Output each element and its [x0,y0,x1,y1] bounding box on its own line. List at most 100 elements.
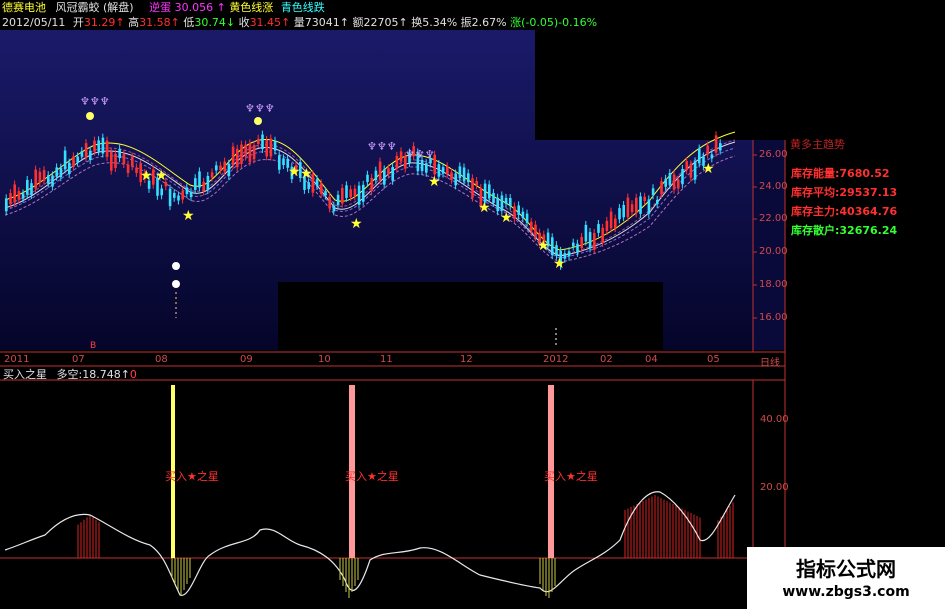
close-label: 收 [238,16,250,29]
candle-body [614,218,617,229]
candle-body [320,183,323,194]
crown-dot [254,117,262,125]
buy-star-label: 买入★之星 [165,470,219,483]
x-axis-label: 2011 [4,354,30,365]
candle-body [605,220,609,231]
candle-body [219,165,222,171]
rise-label: 涨 [510,16,522,29]
candle-body [131,156,134,167]
info-panel: 库存能量:7680.52 库存平均:29537.13 库存主力:40364.76 库存… [791,165,897,241]
candle-body [328,197,331,209]
svg-text:♆♆♆: ♆♆♆ [80,95,110,108]
candle-body [462,167,466,182]
open-value: 31.29 [83,16,116,29]
indicator-value: :18.748 [78,368,121,381]
candle-body [30,183,33,195]
candle-body [420,159,424,172]
rise-value: (-0.05)-0.16% [521,16,598,29]
svg-text:★: ★ [155,168,168,184]
candle-body [622,204,625,218]
svg-text:★: ★ [350,216,363,232]
x-axis-label: 07 [72,354,85,365]
amt-value: 22705 [363,16,399,29]
candle-body [572,242,575,247]
candle-body [177,195,180,201]
price-axis-label: 20.00 [759,246,788,257]
candle-body [362,184,365,202]
zhe-value: 30.056 [174,1,214,14]
candle-body [458,166,462,179]
candle-body [446,166,449,175]
candle-body [651,188,655,196]
candle-body [517,205,520,216]
high-value: 31.58 [139,16,171,29]
x-axis-label: 2012 [543,354,569,365]
info-line: 库存散户:32676.24 [791,224,898,237]
candle-body [609,211,613,229]
candle-body [93,140,96,152]
crown-dot [86,112,94,120]
candle-body [668,173,672,185]
svg-text:♆♆♆: ♆♆♆ [367,140,397,153]
candle-body [269,138,273,157]
white-dot [172,262,180,270]
candle-body [521,211,525,218]
ind-axis-40: 40.00 [760,414,789,425]
candle-body [47,175,50,184]
candle-body [635,197,638,214]
price-axis-label: 16.00 [759,312,788,323]
candle-body [110,151,113,171]
candle-body [244,144,247,157]
x-axis-label: 09 [240,354,253,365]
amt-label: 额 [352,16,364,29]
candle-body [454,173,457,186]
candle-body [399,151,403,162]
candle-body [492,192,495,203]
header-row-2: 2012/05/11 开31.29↑ 高31.58↑ 低30.74↓ 收31.4… [2,16,598,29]
x-axis-label: 11 [380,354,393,365]
candle-body [672,174,676,190]
chart-canvas[interactable]: ★ ★ ★ ★ ★ ★ ★ ★ ★ ★ ★ ★ ♆♆♆ ♆♆♆ ♆♆♆ ♆♆♆ [0,30,945,609]
candle-body [387,168,390,175]
candle-body [105,140,109,157]
price-axis-label: 18.00 [759,279,788,290]
candle-body [509,197,512,207]
info-line: 库存主力:40364.76 [791,205,898,218]
candle-body [593,232,596,250]
candle-body [710,154,714,159]
candle-body [114,153,117,169]
candle-body [38,171,42,183]
x-axis-label: 12 [460,354,473,365]
svg-text:★: ★ [553,256,566,272]
svg-text:★: ★ [500,210,513,226]
candle-body [336,194,340,206]
candle-body [118,148,121,159]
indicator-title[interactable]: 风冠霸蛟 [56,1,100,14]
candle-body [639,196,642,214]
candle-body [588,232,592,249]
x-axis-daily[interactable]: 日线 [760,354,780,369]
candle-body [353,188,357,197]
watermark-url: www.zbgs3.com [782,584,910,600]
date-label: 2012/05/11 [2,16,66,29]
candle-body [206,175,210,191]
indicator-name[interactable]: 买入之星 [3,368,47,381]
candle-body [525,213,529,223]
candle-body [689,164,693,178]
x-axis-label: 02 [600,354,613,365]
candle-body [227,163,231,177]
candle-body [101,137,105,154]
watermark: 指标公式网 www.zbgs3.com [747,547,945,609]
candle-body [185,187,189,195]
x-axis-label: 04 [645,354,658,365]
candle-body [395,155,399,169]
candle-body [194,178,197,190]
candle-body [647,199,651,214]
yellow-line-label: 黄色线涨 [229,1,274,14]
candle-body [55,167,58,177]
candle-body [597,224,600,233]
candle-body [504,197,508,204]
close-value: 31.45 [249,16,282,29]
stock-name[interactable]: 德赛电池 [2,1,46,14]
mode-label[interactable]: (解盘) [103,1,134,14]
